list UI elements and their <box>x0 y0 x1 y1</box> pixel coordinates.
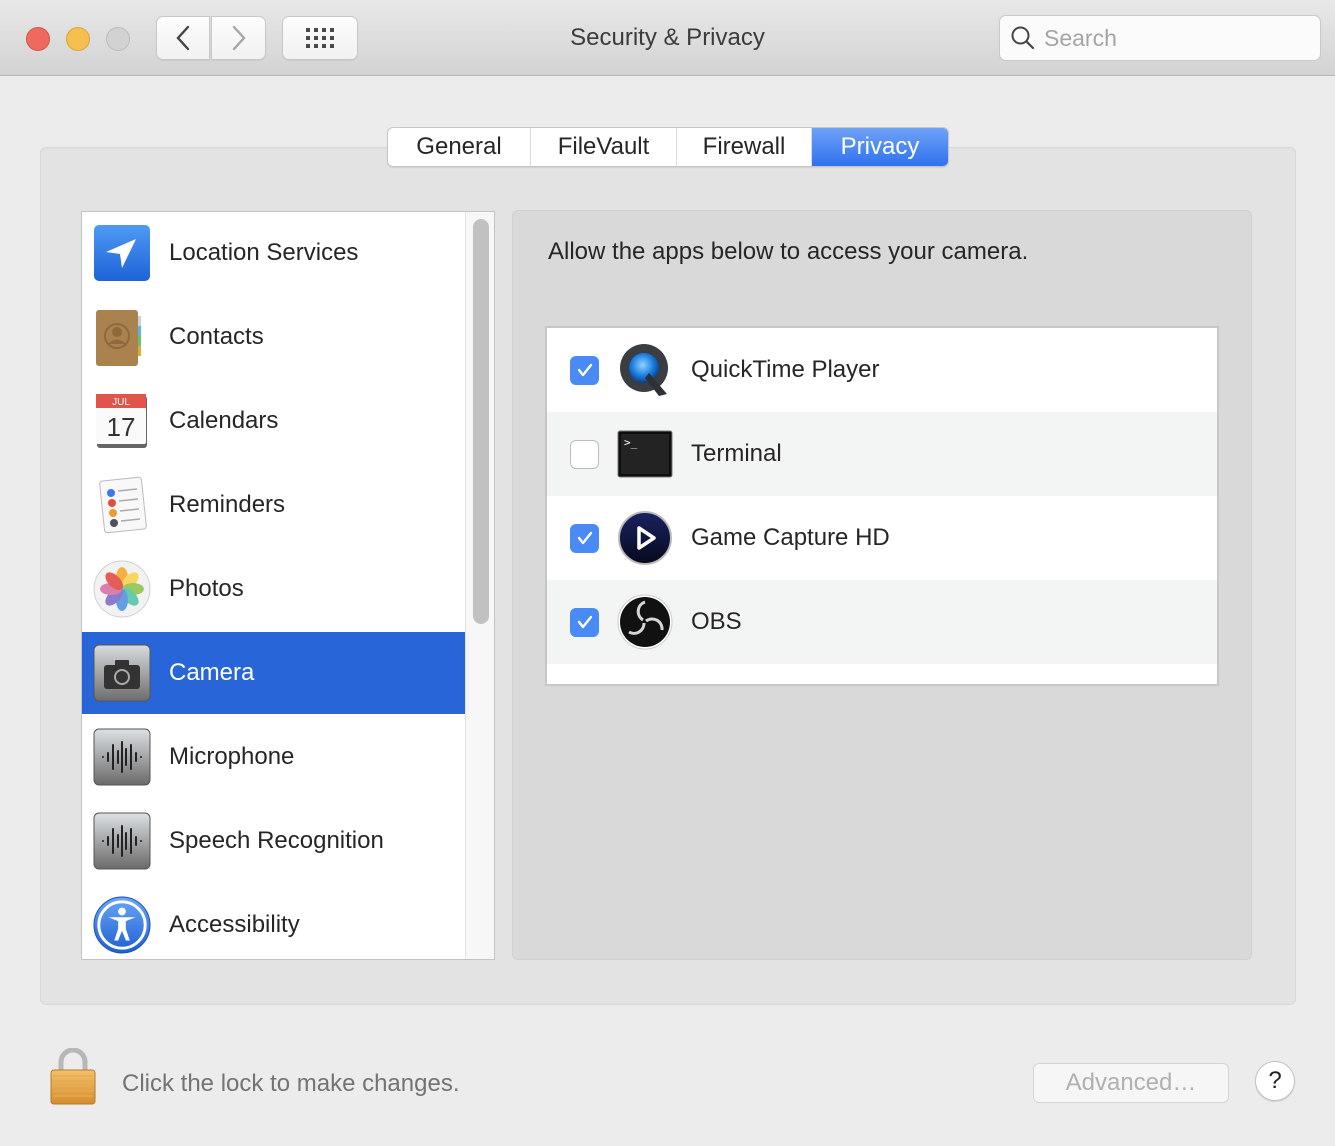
panel-instruction: Allow the apps below to access your came… <box>548 238 1029 265</box>
tab-filevault[interactable]: FileVault <box>531 128 677 166</box>
tab-general[interactable]: General <box>388 128 531 166</box>
category-label: Calendars <box>169 407 279 434</box>
quicktime-player-checkbox[interactable] <box>570 355 599 385</box>
title-bar: Security & Privacy Search <box>0 0 1335 76</box>
app-row-game-capture-hd: Game Capture HD <box>547 496 1217 580</box>
help-button[interactable]: ? <box>1255 1061 1295 1101</box>
quicktime-icon <box>617 342 673 398</box>
category-location-services[interactable]: Location Services <box>82 212 465 294</box>
security-privacy-window: Security & Privacy Search General FileVa… <box>0 0 1335 1146</box>
svg-text:JUL: JUL <box>112 397 130 408</box>
category-label: Microphone <box>169 743 295 770</box>
advanced-button[interactable]: Advanced… <box>1033 1063 1229 1103</box>
lock-icon <box>50 1047 96 1105</box>
obs-checkbox[interactable] <box>570 607 599 637</box>
terminal-icon: >_ <box>617 426 673 482</box>
category-microphone[interactable]: Microphone <box>82 716 465 798</box>
checkmark-icon <box>577 615 592 629</box>
app-row-terminal: >_ Terminal <box>547 412 1217 496</box>
category-label: Photos <box>169 575 244 602</box>
search-field[interactable]: Search <box>999 15 1321 61</box>
app-label: QuickTime Player <box>691 356 880 383</box>
app-label: OBS <box>691 608 742 635</box>
category-speech-recognition[interactable]: Speech Recognition <box>82 800 465 882</box>
search-icon <box>1011 26 1035 50</box>
category-label: Location Services <box>169 239 359 266</box>
camera-icon <box>93 644 151 702</box>
tab-privacy[interactable]: Privacy <box>812 128 948 166</box>
category-label: Speech Recognition <box>169 827 384 854</box>
category-reminders[interactable]: Reminders <box>82 464 465 546</box>
lock-status-text: Click the lock to make changes. <box>122 1070 460 1097</box>
terminal-checkbox[interactable] <box>570 439 599 469</box>
category-list-scrollbar[interactable] <box>465 212 494 959</box>
category-camera[interactable]: Camera <box>82 632 465 714</box>
category-accessibility[interactable]: Accessibility <box>82 884 465 959</box>
calendar-icon: JUL 17 <box>93 392 151 450</box>
privacy-category-list: Location Services Contacts JUL 17 Calenda… <box>81 211 495 960</box>
accessibility-icon <box>93 896 151 954</box>
contacts-icon <box>93 308 151 366</box>
scrollbar-thumb[interactable] <box>473 219 489 624</box>
game-capture-icon <box>617 510 673 566</box>
lock-button[interactable] <box>48 1047 98 1106</box>
app-row-quicktime-player: QuickTime Player <box>547 328 1217 412</box>
app-row-obs: OBS <box>547 580 1217 664</box>
checkmark-icon <box>577 531 592 545</box>
reminders-icon <box>93 476 151 534</box>
category-calendars[interactable]: JUL 17 Calendars <box>82 380 465 462</box>
category-label: Camera <box>169 659 255 686</box>
obs-icon <box>617 594 673 650</box>
microphone-icon <box>93 728 151 786</box>
app-label: Game Capture HD <box>691 524 890 551</box>
category-label: Reminders <box>169 491 286 518</box>
location-icon <box>93 224 151 282</box>
svg-text:17: 17 <box>107 412 136 442</box>
game-capture-hd-checkbox[interactable] <box>570 523 599 553</box>
app-label: Terminal <box>691 440 782 467</box>
category-label: Contacts <box>169 323 264 350</box>
search-placeholder: Search <box>1044 24 1117 51</box>
category-contacts[interactable]: Contacts <box>82 296 465 378</box>
svg-text:>_: >_ <box>624 436 638 449</box>
category-label: Accessibility <box>169 911 300 938</box>
speech-recognition-icon <box>93 812 151 870</box>
photos-icon <box>93 560 151 618</box>
checkmark-icon <box>577 363 592 377</box>
category-photos[interactable]: Photos <box>82 548 465 630</box>
app-permission-list: QuickTime Player >_ Terminal Game Captur… <box>545 326 1219 686</box>
tab-bar: General FileVault Firewall Privacy <box>387 127 949 167</box>
tab-firewall[interactable]: Firewall <box>677 128 812 166</box>
